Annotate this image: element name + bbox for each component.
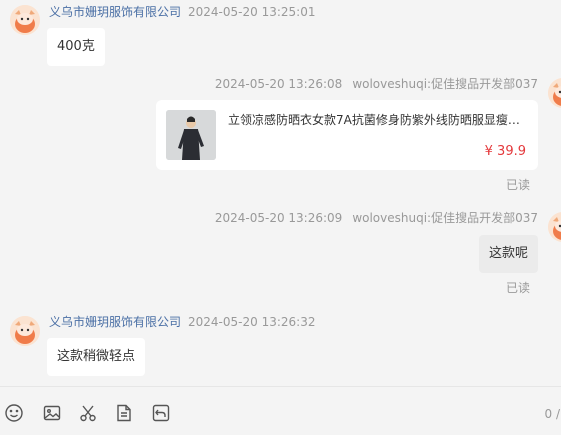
sender-name: woloveshuqi:促佳搜品开发部037 bbox=[352, 77, 538, 91]
read-status: 已读 bbox=[506, 178, 530, 192]
product-thumbnail[interactable] bbox=[166, 110, 216, 160]
product-title[interactable]: 立领凉感防晒衣女款7A抗菌修身防紫外线防晒服显瘦冰… bbox=[228, 112, 530, 128]
sender-name[interactable]: 义乌市姗玥服饰有限公司 bbox=[49, 5, 181, 19]
product-price: ¥ 39.9 bbox=[485, 144, 526, 160]
message-time: 2024-05-20 13:26:09 bbox=[215, 211, 342, 225]
sender-name[interactable]: 义乌市姗玥服饰有限公司 bbox=[49, 315, 181, 329]
message-meta: 2024-05-20 13:26:08 woloveshuqi:促佳搜品开发部03… bbox=[215, 76, 538, 92]
message-bubble[interactable]: 400克 bbox=[47, 28, 105, 66]
avatar[interactable] bbox=[548, 78, 561, 108]
image-icon[interactable] bbox=[42, 403, 62, 423]
character-counter: 0 / bbox=[545, 407, 561, 421]
sender-name: woloveshuqi:促佳搜品开发部037 bbox=[352, 211, 538, 225]
message-bubble[interactable]: 这款呢 bbox=[479, 235, 538, 273]
message-time: 2024-05-20 13:26:32 bbox=[188, 315, 315, 329]
input-toolbar: 0 / bbox=[0, 386, 561, 435]
message-meta: 义乌市姗玥服饰有限公司 2024-05-20 13:26:32 bbox=[49, 314, 315, 330]
message-bubble[interactable]: 这款稍微轻点 bbox=[47, 338, 145, 376]
message-time: 2024-05-20 13:26:08 bbox=[215, 77, 342, 91]
scissors-icon[interactable] bbox=[78, 403, 98, 423]
avatar[interactable] bbox=[10, 5, 40, 35]
avatar[interactable] bbox=[10, 316, 40, 346]
avatar[interactable] bbox=[548, 212, 561, 242]
history-icon[interactable] bbox=[151, 403, 171, 423]
read-status: 已读 bbox=[506, 281, 530, 295]
emoji-icon[interactable] bbox=[4, 403, 24, 423]
message-meta: 义乌市姗玥服饰有限公司 2024-05-20 13:25:01 bbox=[49, 4, 315, 20]
chat-history[interactable]: 义乌市姗玥服饰有限公司 2024-05-20 13:25:01 400克 2024… bbox=[0, 0, 561, 386]
message-time: 2024-05-20 13:25:01 bbox=[188, 5, 315, 19]
product-card[interactable]: 立领凉感防晒衣女款7A抗菌修身防紫外线防晒服显瘦冰… ¥ 39.9 bbox=[156, 100, 538, 170]
document-icon[interactable] bbox=[114, 403, 134, 423]
message-meta: 2024-05-20 13:26:09 woloveshuqi:促佳搜品开发部03… bbox=[215, 210, 538, 226]
